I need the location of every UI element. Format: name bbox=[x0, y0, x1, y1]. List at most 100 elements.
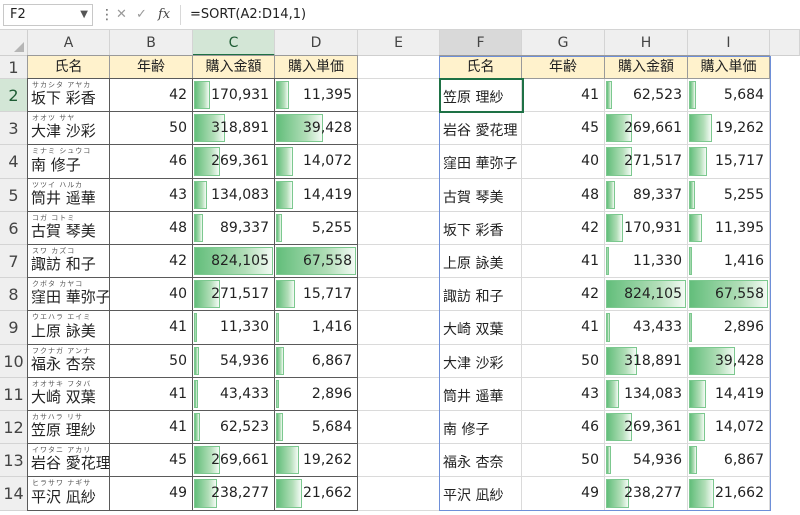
header-cell-f-1[interactable]: 年齢 bbox=[521, 55, 605, 79]
name-box[interactable]: F2 ▼ bbox=[3, 4, 93, 26]
header-cell-a-2[interactable]: 購入金額 bbox=[192, 55, 275, 79]
unit-cell[interactable]: 5,255 bbox=[688, 178, 770, 212]
age-cell[interactable]: 42 bbox=[109, 78, 193, 113]
age-cell[interactable]: 42 bbox=[522, 278, 605, 312]
unit-cell[interactable]: 11,395 bbox=[688, 211, 770, 245]
name-cell[interactable]: サカシタ アヤカ 坂下 彩香 bbox=[27, 78, 110, 113]
unit-cell[interactable]: 14,072 bbox=[274, 144, 358, 179]
age-cell[interactable]: 46 bbox=[109, 144, 193, 179]
age-cell[interactable]: 41 bbox=[109, 310, 193, 345]
sorted-name-cell[interactable]: 上原 詠美 bbox=[440, 245, 522, 279]
name-cell[interactable]: オオサキ フタバ 大崎 双葉 bbox=[27, 376, 110, 411]
amount-cell[interactable]: 89,337 bbox=[605, 178, 688, 212]
empty-cell-e[interactable] bbox=[358, 178, 440, 212]
column-header-e[interactable]: E bbox=[358, 30, 440, 56]
name-cell[interactable]: スワ カズコ 諏訪 和子 bbox=[27, 244, 110, 279]
sorted-name-cell[interactable]: 筒井 遥華 bbox=[440, 377, 522, 411]
header-cell-a-3[interactable]: 購入単価 bbox=[274, 55, 358, 79]
column-header-h[interactable]: H bbox=[605, 30, 688, 56]
unit-cell[interactable]: 15,717 bbox=[688, 145, 770, 179]
column-header-c[interactable]: C bbox=[193, 30, 275, 56]
sorted-name-cell[interactable]: 笠原 理紗 bbox=[440, 79, 522, 113]
close-icon[interactable]: ✕ bbox=[116, 5, 127, 25]
amount-cell[interactable]: 43,433 bbox=[605, 311, 688, 345]
row-header-11[interactable]: 11 bbox=[0, 377, 28, 411]
empty-cell-e[interactable] bbox=[358, 411, 440, 445]
unit-cell[interactable]: 39,428 bbox=[688, 344, 770, 378]
amount-cell[interactable]: 269,361 bbox=[605, 411, 688, 445]
name-cell[interactable]: クボタ カヤコ 窪田 華弥子 bbox=[27, 277, 110, 312]
unit-cell[interactable]: 14,419 bbox=[274, 177, 358, 212]
name-cell[interactable]: コガ コトミ 古賀 琴美 bbox=[27, 210, 110, 245]
row-header-14[interactable]: 14 bbox=[0, 477, 28, 511]
amount-cell[interactable]: 62,523 bbox=[605, 79, 688, 113]
formula-input[interactable]: =SORT(A2:D14,1) bbox=[190, 5, 306, 25]
column-header-a[interactable]: A bbox=[28, 30, 110, 56]
empty-cell-e[interactable] bbox=[358, 278, 440, 312]
amount-cell[interactable]: 269,361 bbox=[192, 144, 275, 179]
empty-cell-e[interactable] bbox=[358, 211, 440, 245]
sorted-name-cell[interactable]: 諏訪 和子 bbox=[440, 278, 522, 312]
unit-cell[interactable]: 5,684 bbox=[688, 79, 770, 113]
age-cell[interactable]: 49 bbox=[109, 476, 193, 511]
amount-cell[interactable]: 54,936 bbox=[605, 444, 688, 478]
row-header-8[interactable]: 8 bbox=[0, 278, 28, 312]
row-header-13[interactable]: 13 bbox=[0, 444, 28, 478]
empty-cell-e[interactable] bbox=[358, 377, 440, 411]
unit-cell[interactable]: 11,395 bbox=[274, 78, 358, 113]
row-header-10[interactable]: 10 bbox=[0, 344, 28, 378]
amount-cell[interactable]: 62,523 bbox=[192, 410, 275, 445]
amount-cell[interactable]: 318,891 bbox=[605, 344, 688, 378]
unit-cell[interactable]: 19,262 bbox=[274, 443, 358, 478]
sorted-name-cell[interactable]: 坂下 彩香 bbox=[440, 211, 522, 245]
amount-cell[interactable]: 238,277 bbox=[605, 477, 688, 511]
header-cell-f-2[interactable]: 購入金額 bbox=[604, 55, 688, 79]
sorted-name-cell[interactable]: 岩谷 愛花理 bbox=[440, 112, 522, 146]
age-cell[interactable]: 41 bbox=[522, 311, 605, 345]
name-cell[interactable]: ツツイ ハルカ 筒井 遥華 bbox=[27, 177, 110, 212]
age-cell[interactable]: 50 bbox=[109, 343, 193, 378]
row-header-3[interactable]: 3 bbox=[0, 112, 28, 146]
row-header-7[interactable]: 7 bbox=[0, 245, 28, 279]
age-cell[interactable]: 49 bbox=[522, 477, 605, 511]
sorted-name-cell[interactable]: 窪田 華弥子 bbox=[440, 145, 522, 179]
unit-cell[interactable]: 39,428 bbox=[274, 111, 358, 146]
empty-cell-e[interactable] bbox=[358, 145, 440, 179]
amount-cell[interactable]: 824,105 bbox=[192, 244, 275, 279]
unit-cell[interactable]: 6,867 bbox=[274, 343, 358, 378]
amount-cell[interactable]: 238,277 bbox=[192, 476, 275, 511]
unit-cell[interactable]: 14,072 bbox=[688, 411, 770, 445]
unit-cell[interactable]: 67,558 bbox=[688, 278, 770, 312]
row-header-2[interactable]: 2 bbox=[0, 79, 28, 113]
amount-cell[interactable]: 54,936 bbox=[192, 343, 275, 378]
unit-cell[interactable]: 5,255 bbox=[274, 210, 358, 245]
empty-cell-e[interactable] bbox=[358, 477, 440, 511]
amount-cell[interactable]: 11,330 bbox=[605, 245, 688, 279]
amount-cell[interactable]: 318,891 bbox=[192, 111, 275, 146]
unit-cell[interactable]: 14,419 bbox=[688, 377, 770, 411]
age-cell[interactable]: 41 bbox=[522, 79, 605, 113]
name-cell[interactable]: フクナガ アンナ 福永 杏奈 bbox=[27, 343, 110, 378]
name-cell[interactable]: ミナミ シュウコ南 修子 bbox=[27, 144, 110, 179]
amount-cell[interactable]: 824,105 bbox=[605, 278, 688, 312]
amount-cell[interactable]: 170,931 bbox=[605, 211, 688, 245]
age-cell[interactable]: 50 bbox=[109, 111, 193, 146]
column-header-b[interactable]: B bbox=[110, 30, 193, 56]
name-cell[interactable]: イワタニ アカリ 岩谷 愛花理 bbox=[27, 443, 110, 478]
header-cell-f-3[interactable]: 購入単価 bbox=[687, 55, 770, 79]
unit-cell[interactable]: 6,867 bbox=[688, 444, 770, 478]
age-cell[interactable]: 41 bbox=[109, 376, 193, 411]
empty-cell-e[interactable] bbox=[358, 344, 440, 378]
sorted-name-cell[interactable]: 大崎 双葉 bbox=[440, 311, 522, 345]
row-header-5[interactable]: 5 bbox=[0, 178, 28, 212]
row-header-9[interactable]: 9 bbox=[0, 311, 28, 345]
row-header-12[interactable]: 12 bbox=[0, 411, 28, 445]
age-cell[interactable]: 48 bbox=[522, 178, 605, 212]
sorted-name-cell[interactable]: 平沢 凪紗 bbox=[440, 477, 522, 511]
column-header-g[interactable]: G bbox=[522, 30, 605, 56]
unit-cell[interactable]: 67,558 bbox=[274, 244, 358, 279]
insert-function-button[interactable]: fx bbox=[158, 5, 170, 25]
sorted-name-cell[interactable]: 大津 沙彩 bbox=[440, 344, 522, 378]
amount-cell[interactable]: 89,337 bbox=[192, 210, 275, 245]
age-cell[interactable]: 43 bbox=[522, 377, 605, 411]
